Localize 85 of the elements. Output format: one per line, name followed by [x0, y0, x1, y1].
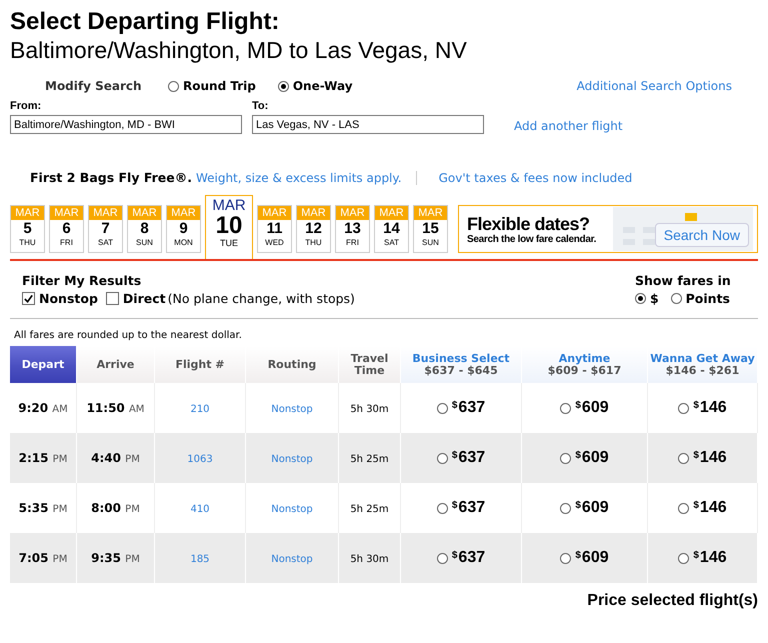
- date-tab[interactable]: MAR 13 FRI: [335, 205, 370, 253]
- date-tab[interactable]: MAR 14 SAT: [374, 205, 409, 253]
- radio-icon[interactable]: [678, 402, 690, 414]
- date-tab[interactable]: MAR 12 THU: [296, 205, 331, 253]
- radio-icon[interactable]: [436, 452, 448, 464]
- travel-time: 5h 25m: [350, 454, 389, 464]
- search-now-button[interactable]: Search Now: [654, 223, 749, 247]
- depart-time: 5:35 PM: [18, 501, 68, 515]
- radio-icon[interactable]: [560, 552, 572, 564]
- radio-icon[interactable]: [560, 402, 572, 414]
- rounding-note: All fares are rounded up to the nearest dollar.: [14, 330, 243, 341]
- fare-option[interactable]: $^{$}$609: [560, 549, 609, 567]
- radio-icon[interactable]: [560, 502, 572, 514]
- to-field[interactable]: Las Vegas, NV - LAS: [252, 115, 484, 134]
- fare-option[interactable]: $^{$}$609: [560, 499, 609, 517]
- radio-icon[interactable]: [436, 552, 448, 564]
- fare-unit-radio[interactable]: Points: [670, 291, 730, 306]
- fare-option[interactable]: $^{$}$609: [560, 399, 609, 417]
- travel-time: 5h 30m: [350, 554, 389, 564]
- flexible-dates-banner[interactable]: Flexible dates? Search the low fare calendar. Search Now: [458, 205, 758, 253]
- fare-option[interactable]: $^{$}$637: [436, 549, 486, 567]
- radio-icon[interactable]: [670, 293, 682, 304]
- radio-icon[interactable]: [634, 293, 646, 304]
- flight-number-link[interactable]: 410: [190, 504, 210, 514]
- fare-option[interactable]: $^{$}$637: [436, 499, 486, 517]
- limits-link[interactable]: Weight, size & excess limits apply.: [196, 170, 402, 184]
- to-label: To:: [252, 100, 270, 112]
- depart-time: 9:20 AM: [18, 401, 68, 415]
- price-selected-button[interactable]: Price selected flight(s): [587, 592, 758, 610]
- fare-option[interactable]: $^{$}$146: [678, 549, 727, 567]
- filter-title: Filter My Results: [22, 273, 142, 288]
- additional-options-link[interactable]: Additional Search Options: [576, 79, 732, 93]
- checkbox[interactable]: [106, 292, 119, 305]
- promo-title: Flexible dates?: [467, 214, 591, 234]
- promo-subtitle: Search the low fare calendar.: [467, 234, 596, 244]
- radio-icon[interactable]: [678, 502, 690, 514]
- fare-option[interactable]: $^{$}$146: [678, 499, 727, 517]
- fare-option[interactable]: $^{$}$637: [436, 449, 486, 467]
- trip-type-radio[interactable]: Round Trip: [168, 79, 256, 93]
- page-title: Select Departing Flight:: [10, 8, 280, 36]
- radio-icon[interactable]: [436, 502, 448, 514]
- travel-time: 5h 30m: [350, 404, 389, 414]
- modify-search-label: Modify Search: [45, 79, 143, 93]
- fare-unit-radio[interactable]: $: [634, 291, 659, 306]
- radio-icon[interactable]: [678, 452, 690, 464]
- radio-icon[interactable]: [436, 402, 448, 414]
- fare-option[interactable]: $^{$}$146: [678, 449, 727, 467]
- date-tab[interactable]: MAR 11 WED: [257, 205, 292, 253]
- date-tab[interactable]: MAR 6 FRI: [49, 205, 84, 253]
- date-tab[interactable]: MAR 5 THU: [10, 205, 45, 253]
- date-tab[interactable]: MAR 9 MON: [166, 205, 201, 253]
- taxes-link[interactable]: Gov't taxes & fees now included: [438, 170, 632, 184]
- depart-time: 2:15 PM: [18, 451, 68, 465]
- fare-option[interactable]: $^{$}$609: [560, 449, 609, 467]
- fares-in-title: Show fares in: [634, 273, 732, 288]
- date-tab[interactable]: MAR 7 SAT: [88, 205, 123, 253]
- radio-icon[interactable]: [678, 552, 690, 564]
- arrive-time: 8:00 PM: [91, 501, 140, 515]
- date-tab[interactable]: MAR 15 SUN: [413, 205, 448, 253]
- travel-time: 5h 25m: [350, 504, 389, 514]
- from-label: From:: [10, 100, 42, 112]
- depart-time: 7:05 PM: [18, 551, 68, 565]
- filter-option-note: (No plane change, with stops): [168, 291, 355, 306]
- trip-type-radio[interactable]: One-Way: [278, 79, 353, 93]
- arrive-time: 11:50 AM: [86, 401, 144, 415]
- bags-notice: First 2 Bags Fly Free®.: [30, 170, 192, 185]
- fare-option[interactable]: $^{$}$146: [678, 399, 727, 417]
- add-flight-link[interactable]: Add another flight: [514, 119, 623, 133]
- arrive-time: 9:35 PM: [91, 551, 140, 565]
- radio-icon[interactable]: [168, 80, 179, 92]
- radio-icon[interactable]: [278, 80, 289, 92]
- filter-option-label[interactable]: Direct: [122, 291, 166, 306]
- routing-link[interactable]: Nonstop: [271, 504, 313, 514]
- arrive-time: 4:40 PM: [91, 451, 140, 465]
- filter-option-label[interactable]: Nonstop: [39, 291, 98, 306]
- date-tab[interactable]: MAR 10 TUE: [205, 195, 253, 259]
- from-field[interactable]: Baltimore/Washington, MD - BWI: [10, 115, 242, 134]
- routing-link[interactable]: Nonstop: [271, 404, 313, 414]
- fare-option[interactable]: $^{$}$637: [436, 399, 486, 417]
- date-tab[interactable]: MAR 8 SUN: [127, 205, 162, 253]
- radio-icon[interactable]: [560, 452, 572, 464]
- column-header[interactable]: Depart: [10, 346, 76, 383]
- route-subtitle: Baltimore/Washington, MD to Las Vegas, NV: [10, 36, 468, 64]
- checkbox[interactable]: [22, 292, 35, 305]
- flight-number-link[interactable]: 210: [190, 404, 210, 414]
